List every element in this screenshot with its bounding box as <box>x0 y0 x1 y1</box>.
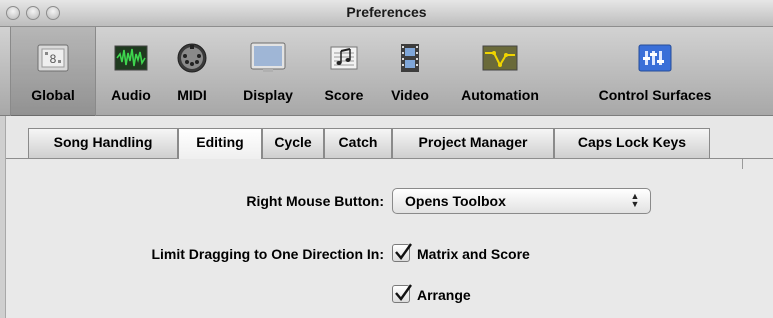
toolbar-label-control-surfaces: Control Surfaces <box>598 87 712 103</box>
midi-connector-icon <box>174 41 210 75</box>
popup-up-down-arrows-icon: ▲ ▼ <box>630 191 640 209</box>
tab-cycle[interactable]: Cycle <box>262 128 324 158</box>
score-notes-icon <box>326 41 362 75</box>
arrange-checkbox[interactable] <box>392 284 412 303</box>
toolbar-label-display: Display <box>243 87 293 103</box>
right-mouse-button-label: Right Mouse Button: <box>246 193 384 209</box>
tab-project-manager[interactable]: Project Manager <box>392 128 554 158</box>
right-mouse-button-value: Opens Toolbox <box>405 193 506 209</box>
toolbar-item-global[interactable]: 8 Global <box>10 27 96 116</box>
tab-song-handling[interactable]: Song Handling <box>28 128 178 158</box>
toolbar-label-midi: MIDI <box>177 87 207 103</box>
toolbar-item-video[interactable]: Video <box>380 27 440 116</box>
matrix-and-score-checkbox[interactable] <box>392 243 412 262</box>
audio-waveform-icon <box>113 41 149 75</box>
automation-curve-icon <box>482 41 518 75</box>
preferences-window: Preferences 8 Global Audio MIDI Display … <box>0 0 773 318</box>
toolbar-item-midi[interactable]: MIDI <box>164 27 220 116</box>
toolbar-item-control-surfaces[interactable]: Control Surfaces <box>578 27 732 116</box>
checkmark-icon <box>395 243 412 260</box>
tab-editing[interactable]: Editing <box>178 128 262 159</box>
window-title: Preferences <box>346 4 427 20</box>
control-surfaces-icon <box>637 41 673 75</box>
global-icon: 8 <box>35 41 71 75</box>
editing-tab-panel <box>6 159 773 318</box>
toolbar-item-score[interactable]: Score <box>316 27 372 116</box>
toolbar-label-score: Score <box>324 87 364 103</box>
matrix-and-score-label[interactable]: Matrix and Score <box>417 246 530 262</box>
tab-catch[interactable]: Catch <box>324 128 392 158</box>
right-mouse-button-popup[interactable]: Opens Toolbox ▲ ▼ <box>392 188 651 214</box>
preferences-toolbar: 8 Global Audio MIDI Display Score Video … <box>0 27 773 116</box>
tab-caps-lock-keys[interactable]: Caps Lock Keys <box>554 128 710 158</box>
toolbar-item-automation[interactable]: Automation <box>448 27 552 116</box>
preferences-content: Song Handling Editing Cycle Catch Projec… <box>0 116 773 318</box>
checkmark-icon <box>395 284 412 301</box>
video-film-icon <box>392 41 428 75</box>
toolbar-label-global: Global <box>31 87 75 103</box>
limit-dragging-label: Limit Dragging to One Direction In: <box>151 246 384 262</box>
panel-edge-mark <box>742 159 743 169</box>
toolbar-label-audio: Audio <box>111 87 151 103</box>
title-bar[interactable]: Preferences <box>0 0 773 27</box>
toolbar-item-display[interactable]: Display <box>228 27 308 116</box>
arrange-label[interactable]: Arrange <box>417 287 471 303</box>
svg-text:8: 8 <box>50 52 57 66</box>
toolbar-item-audio[interactable]: Audio <box>98 27 164 116</box>
toolbar-label-video: Video <box>391 87 429 103</box>
display-monitor-icon <box>250 41 286 75</box>
toolbar-label-automation: Automation <box>461 87 539 103</box>
